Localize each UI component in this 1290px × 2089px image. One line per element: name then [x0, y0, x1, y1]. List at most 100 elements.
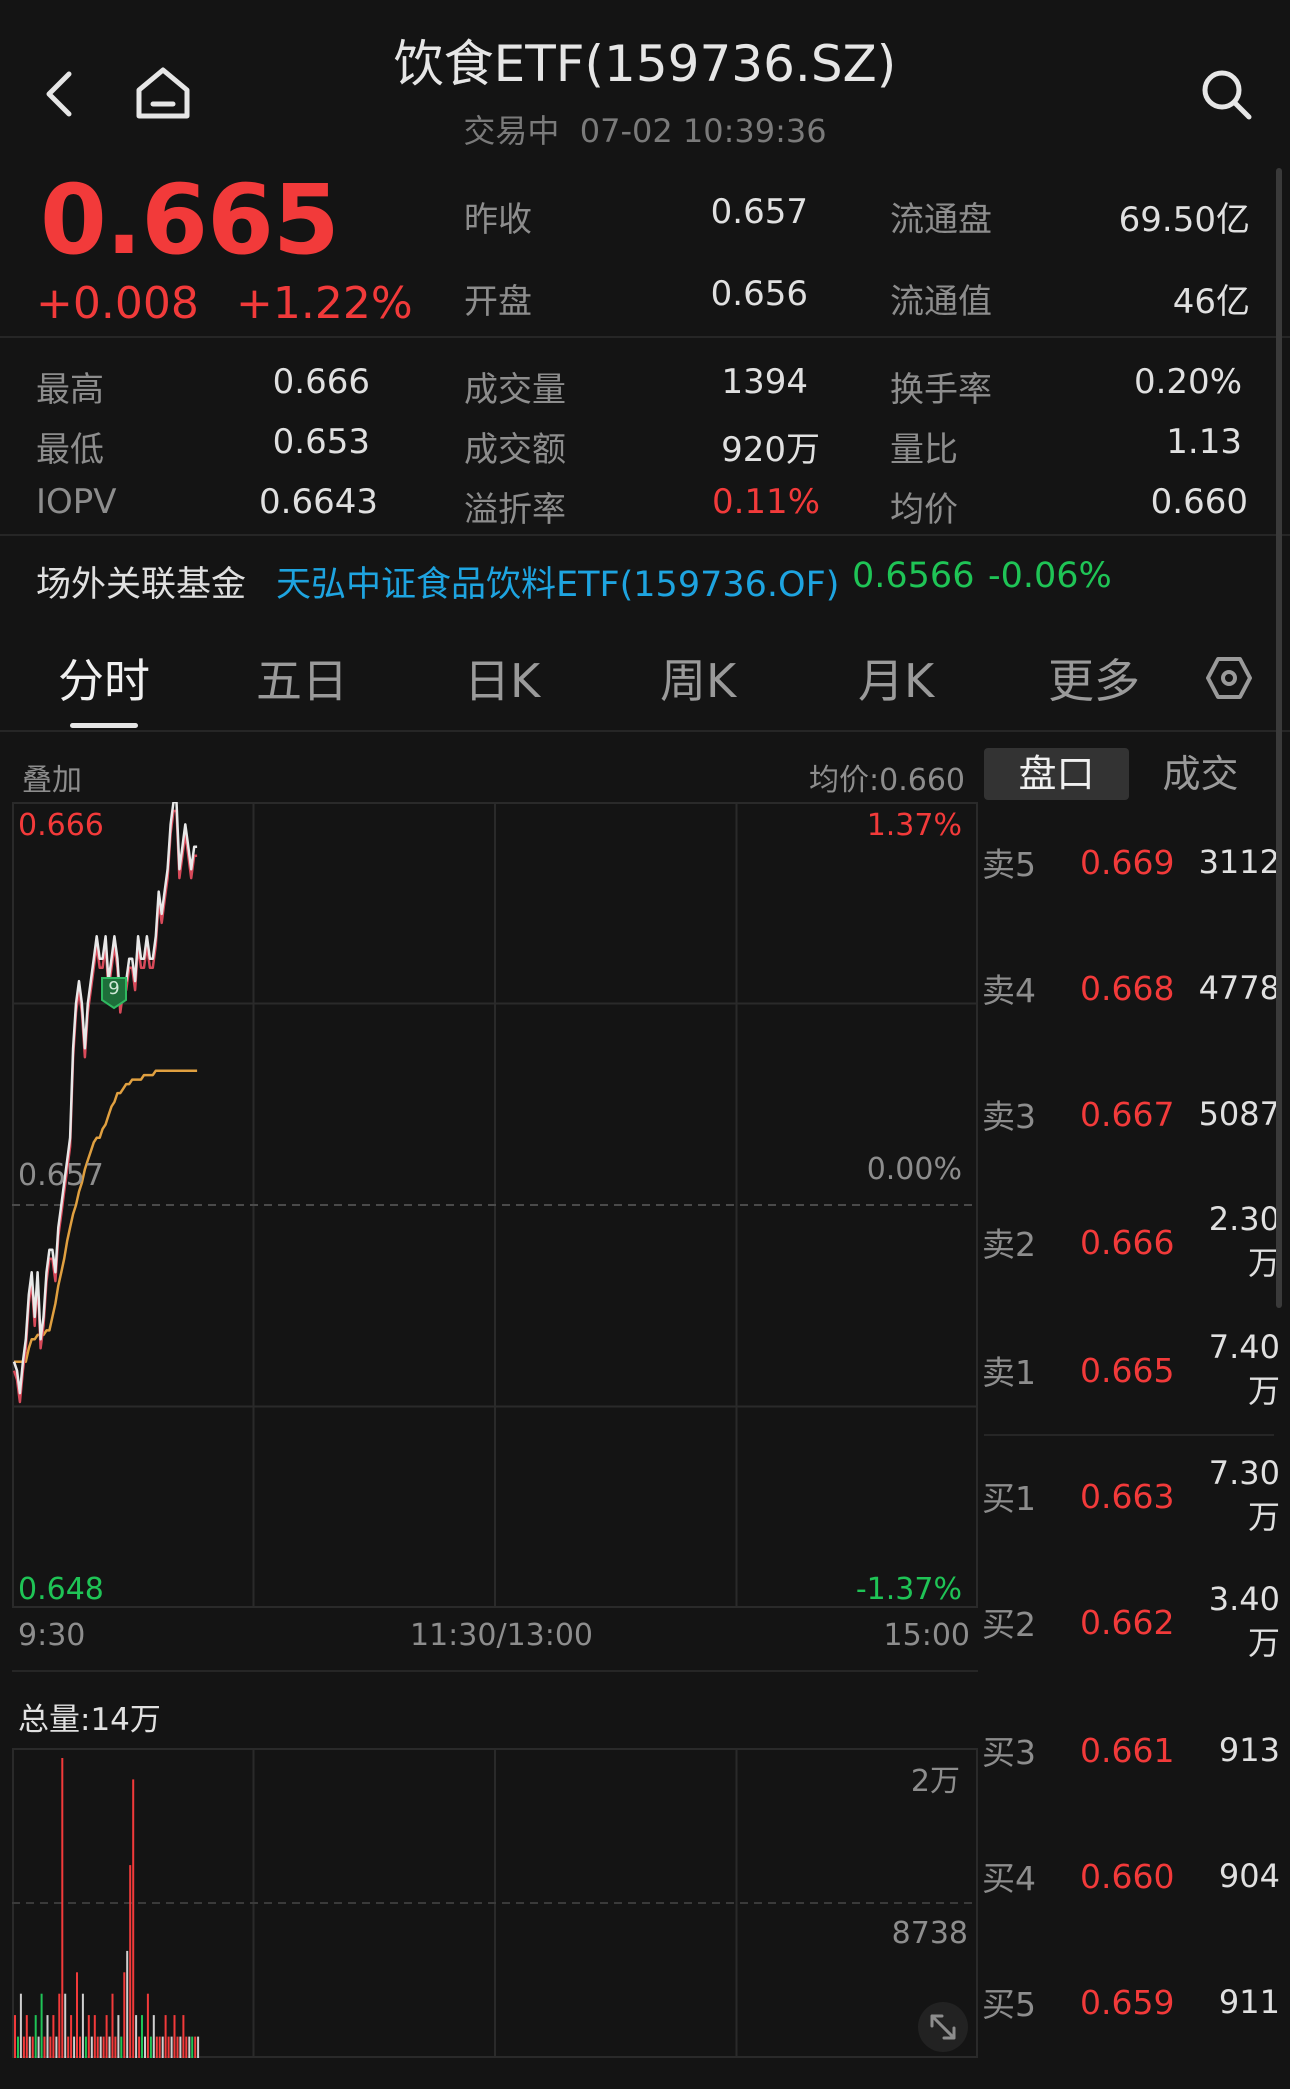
- total-volume-label: 总量:14万: [18, 1702, 161, 1738]
- volume-bar: [43, 2036, 46, 2058]
- volume-bar: [129, 1865, 132, 2058]
- volume-bar: [152, 2015, 155, 2058]
- volume-bar: [28, 2036, 31, 2058]
- pct-axis-top: 1.37%: [866, 808, 962, 843]
- volume-bar: [164, 2015, 167, 2058]
- overlay-button[interactable]: 叠加: [22, 755, 82, 799]
- volume-bar: [105, 2015, 108, 2058]
- field-label: 换手率: [890, 370, 992, 410]
- field-label: 昨收: [464, 200, 532, 240]
- volume-bar: [19, 1993, 22, 2058]
- avg-price-line: [14, 1069, 198, 1363]
- orderbook-price: 0.667: [1080, 1094, 1175, 1134]
- tab-trades[interactable]: 成交: [1128, 748, 1273, 800]
- orderbook-volume: 2.30万: [1208, 1200, 1280, 1282]
- search-icon[interactable]: [1196, 64, 1256, 124]
- time-axis-end: 15:00: [883, 1618, 970, 1653]
- orderbook-volume: 4778: [1198, 969, 1280, 1007]
- volume-bar: [114, 2036, 117, 2058]
- volume-chart[interactable]: [12, 1748, 978, 2058]
- field-label: 最高: [36, 370, 104, 410]
- trade-status: 交易中 07-02 10:39:36: [0, 106, 1290, 152]
- ask-row: 卖3 0.667 5087: [982, 1084, 1282, 1144]
- volume-bar: [135, 2015, 138, 2058]
- orderbook-level-label: 卖4: [982, 971, 1036, 1010]
- volume-bar: [141, 2015, 143, 2058]
- volume-bar: [52, 2015, 55, 2058]
- orderbook-volume: 904: [1218, 1857, 1280, 1895]
- volume-bar: [67, 2036, 70, 2058]
- tab-order-book[interactable]: 盘口: [984, 748, 1129, 800]
- price-change-pct: +1.22%: [236, 278, 413, 329]
- orderbook-level-label: 买4: [982, 1859, 1036, 1898]
- tab-five-day[interactable]: 五日: [256, 645, 348, 711]
- field-label: IOPV: [36, 482, 117, 522]
- tab-more[interactable]: 更多: [1048, 645, 1140, 711]
- orderbook-price: 0.662: [1080, 1602, 1175, 1642]
- orderbook-level-label: 卖3: [982, 1097, 1036, 1136]
- volume-bar: [146, 1993, 149, 2058]
- volume-bar: [188, 2036, 191, 2058]
- status-text: 交易中: [463, 112, 560, 150]
- linked-fund-change: -0.06%: [988, 556, 1112, 596]
- pct-axis-bottom: -1.37%: [855, 1572, 962, 1607]
- volume-bar: [185, 2036, 188, 2058]
- orderbook-level-label: 卖2: [982, 1225, 1036, 1264]
- field-value: 0.657: [710, 192, 808, 232]
- field-label: 均价: [890, 490, 958, 530]
- volume-bar: [158, 2036, 161, 2058]
- event-marker[interactable]: 9: [100, 976, 128, 1010]
- field-value: 69.50亿: [1118, 200, 1250, 240]
- volume-bar: [61, 1758, 64, 2058]
- tab-daily-k[interactable]: 日K: [464, 645, 540, 711]
- bid-row: 买3 0.661 913: [982, 1720, 1282, 1780]
- volume-bar: [73, 2036, 76, 2058]
- volume-bar: [87, 2015, 90, 2058]
- volume-bar: [176, 2036, 179, 2058]
- volume-bar: [194, 2036, 197, 2058]
- volume-bar: [37, 2036, 40, 2058]
- volume-bar: [132, 1779, 135, 2058]
- tab-intraday[interactable]: 分时: [58, 645, 150, 711]
- field-value: 46亿: [1172, 282, 1250, 322]
- volume-bar: [70, 2015, 73, 2058]
- page-title: 饮食ETF(159736.SZ): [393, 35, 897, 93]
- orderbook-price: 0.669: [1080, 842, 1175, 882]
- ask-row: 卖2 0.666 2.30万: [982, 1200, 1282, 1282]
- volume-bar: [46, 2015, 49, 2058]
- volume-bar: [155, 2036, 158, 2058]
- volume-bar: [96, 2036, 99, 2058]
- y-axis-top: 0.666: [18, 808, 104, 843]
- field-value: 0.6643: [259, 482, 378, 522]
- orderbook-level-label: 买1: [982, 1479, 1036, 1518]
- current-price: 0.665: [40, 164, 340, 276]
- tab-monthly-k[interactable]: 月K: [858, 645, 934, 711]
- volume-bar: [149, 2036, 152, 2058]
- orderbook-level-label: 买5: [982, 1985, 1036, 2024]
- volume-bar: [76, 1972, 78, 2058]
- field-value: 0.666: [272, 362, 370, 402]
- bid-row: 买5 0.659 911: [982, 1972, 1282, 2032]
- time-axis-mid: 11:30/13:00: [410, 1618, 594, 1653]
- linked-fund-name[interactable]: 天弘中证食品饮料ETF(159736.OF): [276, 556, 839, 607]
- scrollbar[interactable]: [1276, 168, 1282, 1308]
- orderbook-price: 0.659: [1080, 1982, 1175, 2022]
- volume-bar: [22, 2036, 25, 2058]
- bid-row: 买4 0.660 904: [982, 1846, 1282, 1906]
- field-value: 1394: [721, 362, 808, 402]
- active-tab-indicator: [70, 723, 138, 728]
- tab-weekly-k[interactable]: 周K: [660, 645, 736, 711]
- orderbook-price: 0.666: [1080, 1222, 1175, 1262]
- orderbook-price: 0.660: [1080, 1856, 1175, 1896]
- field-value: 1.13: [1166, 422, 1242, 462]
- expand-icon[interactable]: [918, 2002, 968, 2052]
- volume-bar: [173, 2015, 176, 2058]
- price-chart[interactable]: [12, 802, 978, 1608]
- volume-bar: [31, 2036, 34, 2058]
- volume-bar: [182, 2015, 185, 2058]
- orderbook-volume: 3.40万: [1208, 1580, 1280, 1662]
- avg-price-label: 均价:0.660: [809, 763, 965, 798]
- bid-row: 买1 0.663 7.30万: [982, 1454, 1282, 1536]
- volume-bar: [126, 1950, 129, 2058]
- settings-icon[interactable]: [1200, 650, 1258, 706]
